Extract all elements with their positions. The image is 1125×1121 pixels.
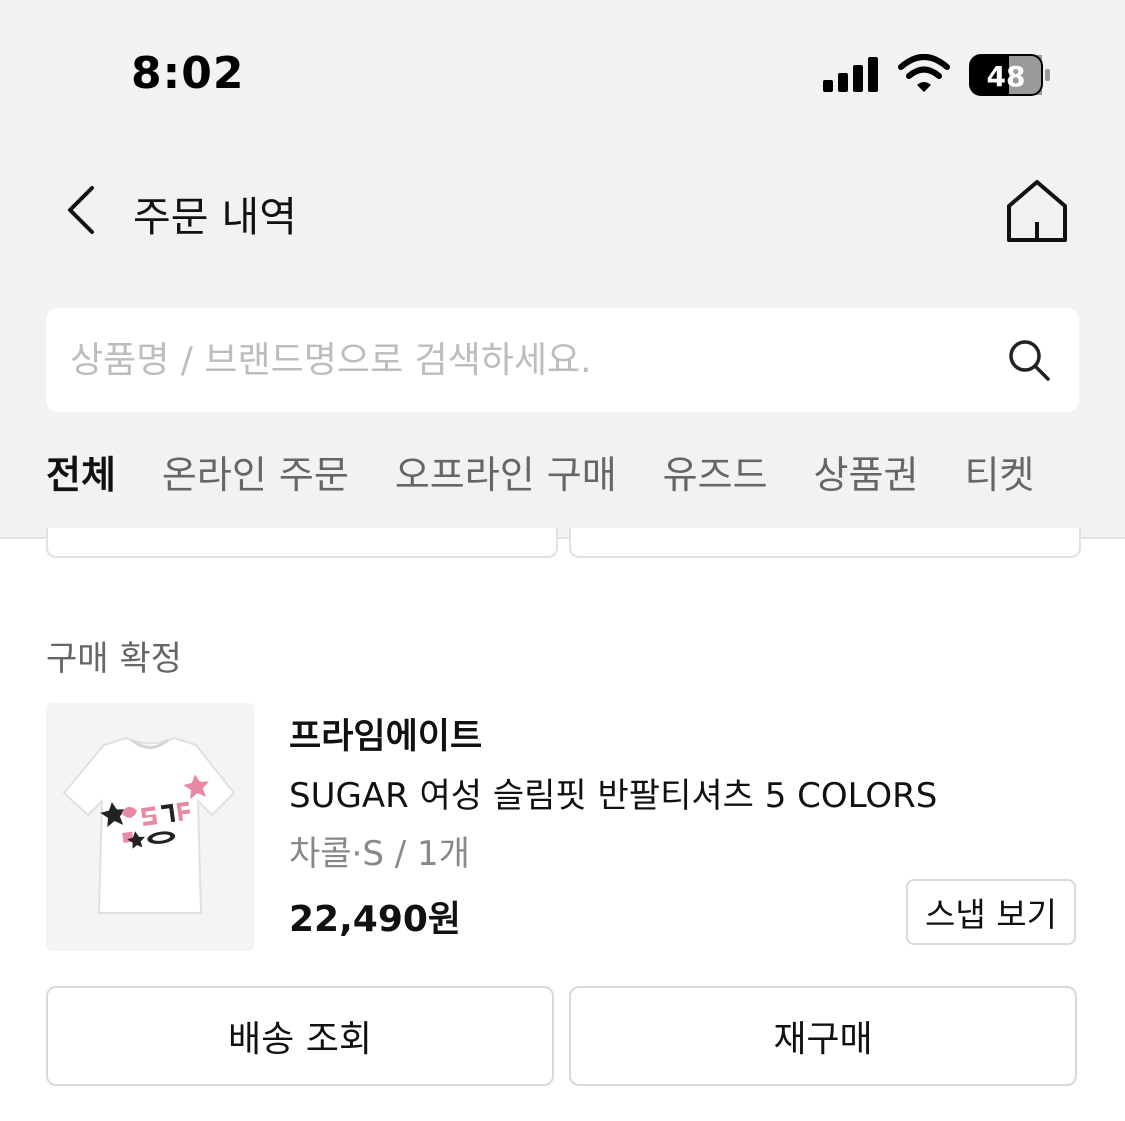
previous-order-button-left[interactable] (46, 528, 558, 558)
tshirt-image (62, 736, 236, 914)
cellular-signal-icon (823, 57, 878, 92)
product-thumbnail[interactable] (46, 703, 254, 951)
product-price: 22,490원 (289, 899, 462, 940)
battery-icon: 48 (969, 54, 1050, 96)
status-time: 8:02 (131, 48, 245, 99)
battery-level: 48 (987, 60, 1026, 93)
track-delivery-button[interactable]: 배송 조회 (46, 986, 554, 1086)
tab-gift-card[interactable]: 상품권 (814, 446, 919, 538)
search-box (46, 308, 1079, 412)
tab-offline-purchase[interactable]: 오프라인 구매 (395, 446, 617, 538)
home-button[interactable] (1003, 178, 1071, 244)
search-icon[interactable] (1007, 338, 1051, 382)
tab-ticket[interactable]: 티켓 (964, 446, 1034, 538)
home-icon (1007, 180, 1067, 242)
tab-all[interactable]: 전체 (46, 446, 116, 538)
tab-online-order[interactable]: 온라인 주문 (162, 446, 349, 538)
tab-used[interactable]: 유즈드 (663, 446, 768, 538)
snap-view-button[interactable]: 스냅 보기 (906, 879, 1076, 945)
order-status-label: 구매 확정 (46, 639, 182, 679)
page-title: 주문 내역 (133, 193, 297, 241)
back-button[interactable] (58, 180, 108, 240)
wifi-icon (898, 54, 950, 92)
product-option: 차콜·S / 1개 (289, 834, 470, 874)
brand-name[interactable]: 프라임에이트 (289, 708, 482, 759)
order-tabs: 전체 온라인 주문 오프라인 구매 유즈드 상품권 티켓 (46, 446, 1034, 538)
product-name[interactable]: SUGAR 여성 슬림핏 반팔티셔츠 5 COLORS (289, 768, 937, 817)
search-input[interactable] (70, 308, 970, 412)
rebuy-button[interactable]: 재구매 (569, 986, 1077, 1086)
chevron-left-icon (68, 186, 94, 234)
previous-order-button-right[interactable] (569, 528, 1081, 558)
